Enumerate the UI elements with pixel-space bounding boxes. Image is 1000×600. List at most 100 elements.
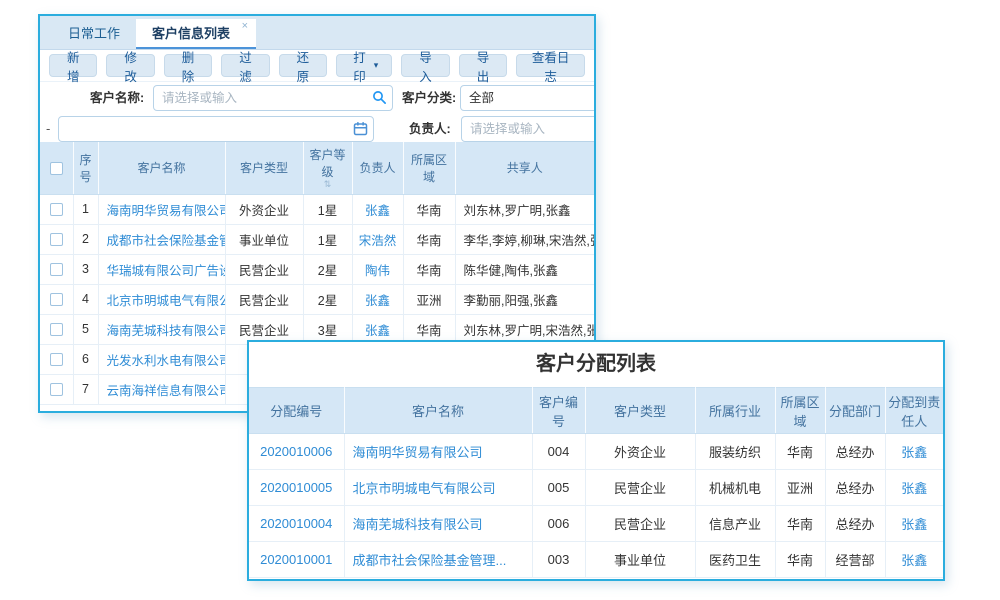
industry: 医药卫生 — [695, 542, 775, 578]
toolbar: 新增 修改 删除 过滤 还原 打印 ▾ 导入 导出 查看日志 — [40, 50, 594, 82]
add-button[interactable]: 新增 — [49, 54, 97, 77]
export-button[interactable]: 导出 — [459, 54, 507, 77]
close-icon[interactable]: × — [242, 19, 248, 33]
restore-button[interactable]: 还原 — [279, 54, 327, 77]
row-no: 4 — [73, 284, 98, 314]
col-shared: 共享人 — [455, 142, 594, 194]
import-button[interactable]: 导入 — [401, 54, 449, 77]
owner-link[interactable]: 宋浩然 — [359, 234, 397, 248]
view-log-button[interactable]: 查看日志 — [516, 54, 585, 77]
table-row: 1 海南明华贸易有限公司 外资企业 1星 张鑫 华南 刘东林,罗广明,张鑫 — [40, 194, 594, 224]
row-checkbox[interactable] — [50, 203, 63, 216]
owner-input[interactable] — [461, 116, 596, 142]
owner-link[interactable]: 张鑫 — [365, 204, 390, 218]
customer-name-link[interactable]: 北京市明城电气有限公司 — [107, 294, 226, 308]
customer-name-link[interactable]: 海南芜城科技有限公司 — [107, 324, 226, 338]
customer-name-link[interactable]: 海南明华贸易有限公司 — [107, 204, 226, 218]
region: 华南 — [775, 542, 825, 578]
tab-daily-work[interactable]: 日常工作 — [52, 19, 136, 49]
assignee-link[interactable]: 张鑫 — [901, 445, 927, 460]
row-no: 3 — [73, 254, 98, 284]
header-checkbox[interactable] — [50, 162, 63, 175]
owner-link[interactable]: 陶伟 — [365, 264, 390, 278]
customer-type: 事业单位 — [585, 542, 695, 578]
chevron-down-icon: ▾ — [374, 60, 379, 71]
tab-bar: 日常工作 客户信息列表 × — [40, 16, 594, 50]
customer-level-label: 客户等级 — [306, 146, 350, 180]
col-customer-level: 客户等级 ⇅ — [303, 142, 352, 194]
assignee-link[interactable]: 张鑫 — [901, 517, 927, 532]
customer-level: 2星 — [303, 254, 352, 284]
customer-name-link[interactable]: 成都市社会保险基金管理... — [107, 234, 226, 248]
shared-people: 陈华健,陶伟,张鑫 — [455, 254, 594, 284]
owner-link[interactable]: 张鑫 — [365, 294, 390, 308]
print-button[interactable]: 打印 ▾ — [336, 54, 392, 77]
customer-name-link[interactable]: 海南芜城科技有限公司 — [353, 517, 483, 532]
region: 华南 — [775, 434, 825, 470]
col-customer-no: 客户编号 — [532, 388, 585, 434]
col-industry: 所属行业 — [695, 388, 775, 434]
customer-table-header-row: 序号 客户名称 客户类型 客户等级 ⇅ 负责人 所属区域 共享人 — [40, 142, 594, 194]
customer-level: 1星 — [303, 194, 352, 224]
customer-type: 民营企业 — [225, 254, 303, 284]
row-checkbox[interactable] — [50, 323, 63, 336]
customer-name-link[interactable]: 云南海祥信息有限公司 — [107, 384, 226, 398]
search-icon[interactable] — [372, 90, 387, 105]
sort-icon[interactable]: ⇅ — [306, 180, 350, 189]
table-row: 3 华瑞城有限公司广告设计部 民营企业 2星 陶伟 华南 陈华健,陶伟,张鑫 — [40, 254, 594, 284]
date-range-separator: - — [46, 116, 50, 142]
row-checkbox[interactable] — [50, 353, 63, 366]
customer-category-select[interactable]: 全部 — [460, 85, 596, 111]
row-checkbox[interactable] — [50, 383, 63, 396]
allocation-table: 分配编号 客户名称 客户编号 客户类型 所属行业 所属区域 分配部门 分配到责任… — [249, 387, 943, 578]
shared-people: 刘东林,罗广明,张鑫 — [455, 194, 594, 224]
row-no: 7 — [73, 374, 98, 404]
dept: 总经办 — [825, 470, 885, 506]
customer-type: 民营企业 — [585, 470, 695, 506]
col-customer-name: 客户名称 — [344, 388, 532, 434]
row-checkbox[interactable] — [50, 233, 63, 246]
col-customer-type: 客户类型 — [585, 388, 695, 434]
industry: 机械机电 — [695, 470, 775, 506]
dept: 总经办 — [825, 434, 885, 470]
customer-name-link[interactable]: 成都市社会保险基金管理... — [353, 553, 507, 568]
customer-name-link[interactable]: 光发水利水电有限公司 — [107, 354, 226, 368]
customer-name-link[interactable]: 华瑞城有限公司广告设计部 — [107, 264, 226, 278]
col-assignee: 分配到责任人 — [885, 388, 943, 434]
dept: 经营部 — [825, 542, 885, 578]
print-label: 打印 — [350, 47, 369, 85]
industry: 服装纺织 — [695, 434, 775, 470]
row-no: 5 — [73, 314, 98, 344]
customer-name-link[interactable]: 海南明华贸易有限公司 — [353, 445, 483, 460]
owner-link[interactable]: 张鑫 — [365, 324, 390, 338]
industry: 信息产业 — [695, 506, 775, 542]
table-row: 2020010006 海南明华贸易有限公司 004 外资企业 服装纺织 华南 总… — [249, 434, 943, 470]
shared-people: 李勤丽,阳强,张鑫 — [455, 284, 594, 314]
region: 华南 — [403, 254, 455, 284]
col-owner: 负责人 — [352, 142, 403, 194]
col-customer-name: 客户名称 — [98, 142, 225, 194]
table-row: 2020010001 成都市社会保险基金管理... 003 事业单位 医药卫生 … — [249, 542, 943, 578]
date-input[interactable] — [58, 116, 374, 142]
filter-area: 客户名称: 客户分类: 全部 - 负责人: — [40, 82, 594, 142]
alloc-no-link[interactable]: 2020010004 — [260, 516, 332, 531]
filter-button[interactable]: 过滤 — [221, 54, 269, 77]
alloc-no-link[interactable]: 2020010006 — [260, 444, 332, 459]
calendar-icon[interactable] — [353, 121, 368, 136]
tab-customer-info-list[interactable]: 客户信息列表 × — [136, 19, 256, 49]
customer-no: 005 — [532, 470, 585, 506]
delete-button[interactable]: 删除 — [164, 54, 212, 77]
col-alloc-no: 分配编号 — [249, 388, 344, 434]
customer-name-link[interactable]: 北京市明城电气有限公司 — [353, 481, 496, 496]
customer-allocation-panel: 客户分配列表 分配编号 客户名称 客户编号 客户类型 所属行业 所属区域 分配部… — [247, 340, 945, 581]
edit-button[interactable]: 修改 — [106, 54, 154, 77]
customer-name-input[interactable] — [153, 85, 393, 111]
assignee-link[interactable]: 张鑫 — [901, 481, 927, 496]
assignee-link[interactable]: 张鑫 — [901, 553, 927, 568]
alloc-no-link[interactable]: 2020010001 — [260, 552, 332, 567]
col-region: 所属区域 — [403, 142, 455, 194]
row-checkbox[interactable] — [50, 263, 63, 276]
row-checkbox[interactable] — [50, 293, 63, 306]
alloc-no-link[interactable]: 2020010005 — [260, 480, 332, 495]
row-no: 1 — [73, 194, 98, 224]
